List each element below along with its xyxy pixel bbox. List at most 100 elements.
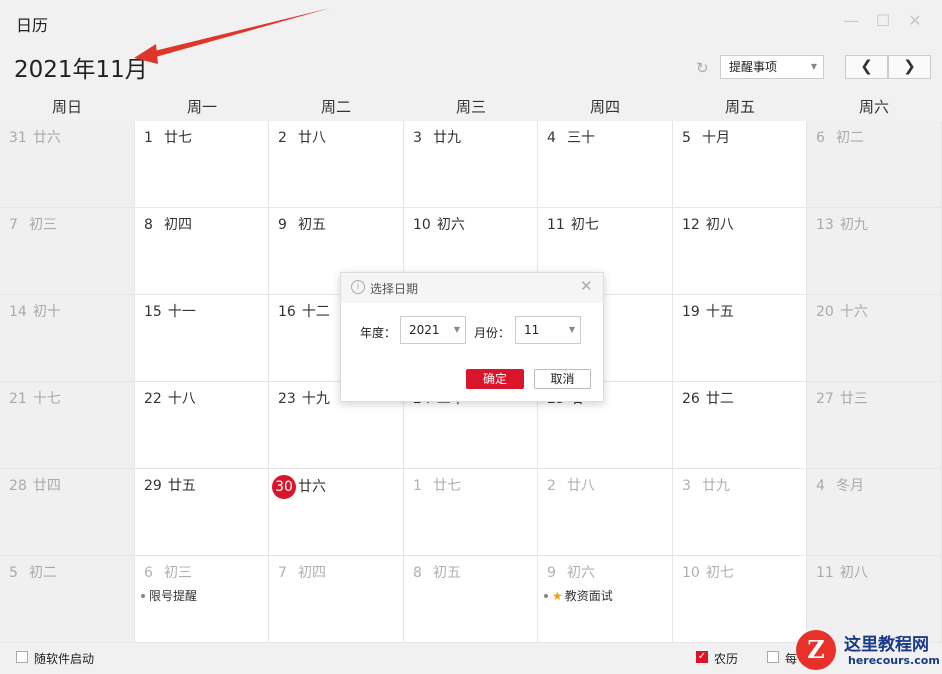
day-cell[interactable]: 8 初五 <box>404 556 538 643</box>
day-cell[interactable]: 27 廿三 <box>807 382 942 469</box>
day-label: 10 初七 <box>679 562 734 582</box>
next-month-button[interactable]: ❯ <box>888 55 931 79</box>
day-cell[interactable]: 1 廿七 <box>135 121 269 208</box>
lunar-date: 廿四 <box>32 478 61 494</box>
day-cell[interactable]: 7 初三 <box>0 208 135 295</box>
day-cell[interactable]: 9 初六 ★ 教资面试 <box>538 556 673 643</box>
lunar-date: 廿八 <box>298 130 326 146</box>
day-cell[interactable]: 6 初三限号提醒 <box>135 556 269 643</box>
chevron-down-icon: ▼ <box>810 62 817 71</box>
cancel-button[interactable]: 取消 <box>534 369 591 389</box>
day-number: 29 <box>144 478 162 494</box>
watermark: Z 这里教程网 herecours.com <box>792 628 942 674</box>
day-number: 1 <box>413 478 422 494</box>
lunar-date: 十二 <box>301 304 330 320</box>
day-label: 19 十五 <box>679 301 734 321</box>
date-picker-dialog: i 选择日期 ✕ 年度： 2021 ▼ 月份： 11 ▼ 确定 取消 <box>340 272 604 402</box>
event-item[interactable]: ★ 教资面试 <box>544 587 613 604</box>
event-title: 限号提醒 <box>149 589 198 603</box>
weekday-label: 周五 <box>724 98 755 116</box>
day-cell[interactable]: 2 廿八 <box>538 469 673 556</box>
refresh-icon[interactable]: ↻ <box>696 59 709 77</box>
day-cell[interactable]: 3 廿九 <box>404 121 538 208</box>
day-label: 5 十月 <box>679 127 730 147</box>
year-select[interactable]: 2021 ▼ <box>400 316 466 344</box>
lunar-date: 廿八 <box>567 478 595 494</box>
day-number: 3 <box>682 478 691 494</box>
day-number: 26 <box>682 391 700 407</box>
weekday-label: 周四 <box>589 98 620 116</box>
autostart-label: 随软件启动 <box>34 652 95 666</box>
weekday-label: 周六 <box>858 98 889 116</box>
day-label: 6 初二 <box>813 127 864 147</box>
ok-button[interactable]: 确定 <box>466 369 524 389</box>
day-cell[interactable]: 21 十七 <box>0 382 135 469</box>
day-number: 31 <box>9 130 27 146</box>
chevron-left-icon: ❮ <box>860 57 873 75</box>
reminder-select[interactable]: 提醒事项 ▼ <box>720 55 824 79</box>
day-label: 1 廿七 <box>410 475 461 495</box>
day-label: 8 初四 <box>141 214 192 234</box>
day-label: 6 初三 <box>141 562 192 582</box>
day-cell[interactable]: 6 初二 <box>807 121 942 208</box>
day-label: 21 十七 <box>6 388 61 408</box>
day-cell[interactable]: 10 初七 <box>673 556 807 643</box>
day-cell[interactable]: 20 十六 <box>807 295 942 382</box>
day-number: 4 <box>547 130 556 146</box>
weekday-label: 周三 <box>455 98 486 116</box>
lunar-date: 廿七 <box>164 130 192 146</box>
day-number: 2 <box>278 130 287 146</box>
day-cell[interactable]: 30 廿六 <box>269 469 404 556</box>
day-cell[interactable]: 19 十五 <box>673 295 807 382</box>
prev-month-button[interactable]: ❮ <box>845 55 888 79</box>
day-label: 9 初六 <box>544 562 595 582</box>
day-cell[interactable]: 2 廿八 <box>269 121 404 208</box>
month-value: 11 <box>524 323 540 337</box>
day-cell[interactable]: 31 廿六 <box>0 121 135 208</box>
day-cell[interactable]: 14 初十 <box>0 295 135 382</box>
day-number: 6 <box>816 130 825 146</box>
day-cell[interactable]: 5 初二 <box>0 556 135 643</box>
lunar-date: 初五 <box>433 565 461 581</box>
lunar-date: 初四 <box>298 565 326 581</box>
day-cell[interactable]: 4 冬月 <box>807 469 942 556</box>
day-label: 12 初八 <box>679 214 734 234</box>
day-cell[interactable]: 28 廿四 <box>0 469 135 556</box>
day-cell[interactable]: 29 廿五 <box>135 469 269 556</box>
day-label: 5 初二 <box>6 562 57 582</box>
lunar-checkbox[interactable]: ✓ <box>696 651 708 663</box>
day-number: 27 <box>816 391 834 407</box>
day-cell[interactable]: 26 廿二 <box>673 382 807 469</box>
event-item[interactable]: 限号提醒 <box>141 587 197 604</box>
day-cell[interactable]: 7 初四 <box>269 556 404 643</box>
third-checkbox[interactable] <box>767 651 779 663</box>
day-cell[interactable]: 3 廿九 <box>673 469 807 556</box>
day-cell[interactable]: 5 十月 <box>673 121 807 208</box>
autostart-checkbox[interactable] <box>16 651 28 663</box>
day-cell[interactable]: 1 廿七 <box>404 469 538 556</box>
day-cell[interactable]: 22 十八 <box>135 382 269 469</box>
watermark-url: herecours.com <box>848 654 940 667</box>
month-select[interactable]: 11 ▼ <box>515 316 581 344</box>
day-number: 7 <box>278 565 287 581</box>
star-icon: ★ <box>552 589 563 603</box>
day-label: 20 十六 <box>813 301 868 321</box>
day-cell[interactable]: 12 初八 <box>673 208 807 295</box>
chevron-right-icon: ❯ <box>903 57 916 75</box>
day-label: 8 初五 <box>410 562 461 582</box>
event-title: 教资面试 <box>564 589 613 603</box>
lunar-date: 初八 <box>839 565 868 581</box>
day-cell[interactable]: 13 初九 <box>807 208 942 295</box>
day-cell[interactable]: 15 十一 <box>135 295 269 382</box>
day-number: 7 <box>9 217 18 233</box>
lunar-date: 廿九 <box>702 478 730 494</box>
lunar-date: 初二 <box>29 565 57 581</box>
dialog-close-icon[interactable]: ✕ <box>580 277 593 295</box>
day-cell[interactable]: 8 初四 <box>135 208 269 295</box>
weekday-label: 周一 <box>186 98 217 116</box>
day-cell[interactable]: 4 三十 <box>538 121 673 208</box>
lunar-date: 十八 <box>167 391 196 407</box>
watermark-logo: Z <box>796 630 836 670</box>
day-number: 9 <box>547 565 556 581</box>
lunar-date: 初十 <box>32 304 61 320</box>
